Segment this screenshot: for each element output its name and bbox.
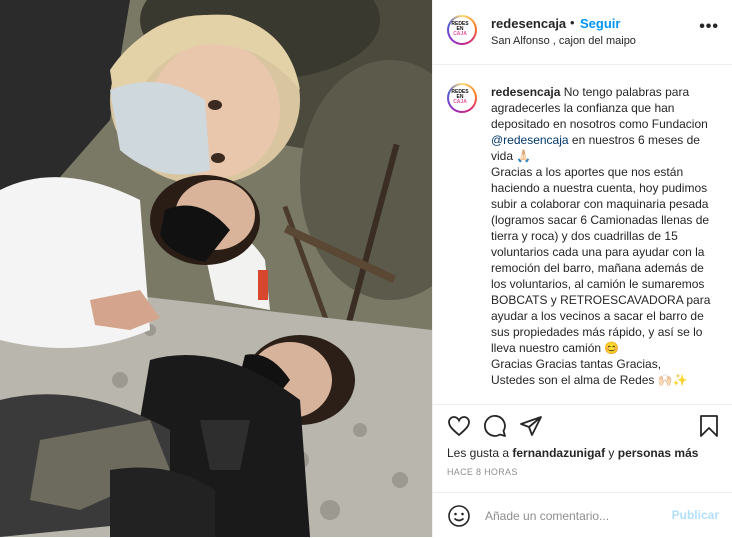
- liker-username[interactable]: fernandazunigaf: [512, 446, 605, 460]
- caption-part4: Gracias Gracias tantas Gracias,: [491, 357, 662, 371]
- likes-middle: y: [605, 446, 618, 460]
- caption-part3: Gracias a los aportes que nos están haci…: [491, 165, 711, 355]
- publish-button[interactable]: Publicar: [672, 508, 719, 522]
- profile-avatar[interactable]: REDES EN CAJA: [447, 15, 477, 45]
- instagram-post-modal: REDES EN CAJA redesencaja • Seguir San A…: [0, 0, 732, 537]
- emoji-icon[interactable]: [447, 504, 471, 528]
- post-photo[interactable]: [0, 0, 432, 537]
- caption-text: redesencaja No tengo palabras para agrad…: [491, 84, 719, 388]
- caption-area[interactable]: REDES EN CAJA redesencaja No tengo palab…: [433, 65, 732, 403]
- caption-mention-link[interactable]: @redesencaja: [491, 133, 569, 147]
- profile-username[interactable]: redesencaja: [491, 16, 566, 31]
- post-sidebar: REDES EN CAJA redesencaja • Seguir San A…: [432, 0, 732, 537]
- comment-icon[interactable]: [483, 414, 507, 438]
- location-link[interactable]: San Alfonso , cajon del maipo: [491, 35, 636, 47]
- share-icon[interactable]: [519, 414, 543, 438]
- heart-icon[interactable]: [447, 414, 471, 438]
- post-header: REDES EN CAJA redesencaja • Seguir San A…: [433, 0, 732, 65]
- likes-others-link[interactable]: personas más: [618, 446, 699, 460]
- bookmark-icon[interactable]: [697, 414, 721, 438]
- comment-input[interactable]: [483, 504, 667, 528]
- caption-avatar[interactable]: REDES EN CAJA: [447, 83, 477, 113]
- more-options-icon[interactable]: •••: [699, 18, 719, 36]
- action-bar: [433, 404, 732, 447]
- caption-username[interactable]: redesencaja: [491, 85, 560, 99]
- comment-bar: Publicar: [433, 492, 732, 538]
- caption-part5: Ustedes son el alma de Redes 🙌🏻✨: [491, 373, 688, 387]
- redes-en-caja-logo: REDES EN CAJA: [451, 19, 469, 37]
- post-timestamp[interactable]: HACE 8 HORAS: [447, 467, 518, 477]
- redes-en-caja-logo: REDES EN CAJA: [451, 87, 469, 105]
- follow-button[interactable]: Seguir: [580, 16, 620, 31]
- likes-summary: Les gusta a fernandazunigaf y personas m…: [447, 446, 698, 460]
- photo-illustration: [0, 0, 432, 537]
- separator-dot: •: [570, 15, 575, 30]
- likes-prefix: Les gusta a: [447, 446, 513, 460]
